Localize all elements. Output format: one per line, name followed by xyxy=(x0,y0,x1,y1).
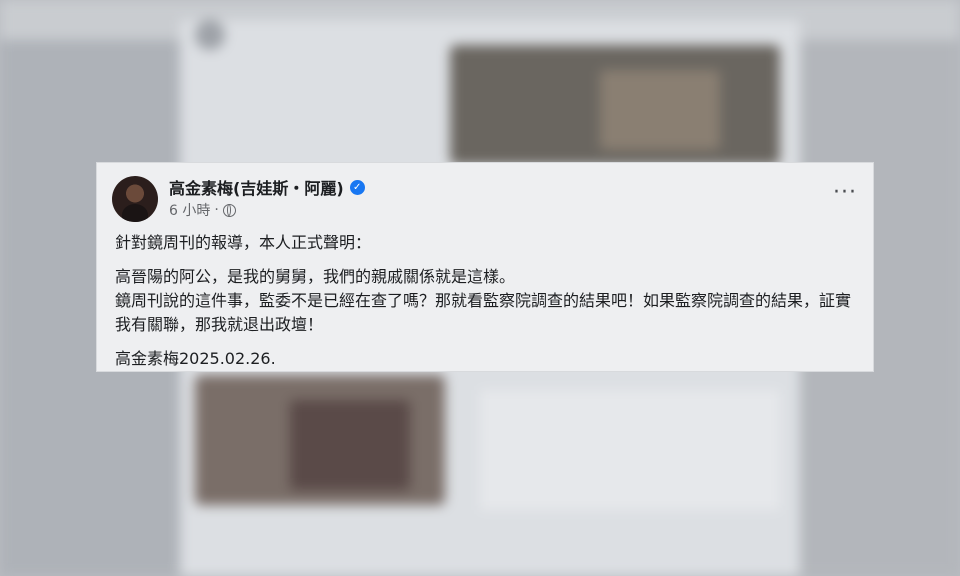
globe-icon xyxy=(222,203,236,217)
blurred-block xyxy=(480,390,780,510)
meta-separator: · xyxy=(214,202,219,218)
post-time[interactable]: 6 小時 xyxy=(169,200,210,220)
blurred-icon xyxy=(195,20,225,50)
facebook-post-card: 高金素梅(吉娃斯・阿麗) ✓ 6 小時 · ··· 針對鏡周刊的報導，本人正式聲… xyxy=(97,163,873,371)
post-meta: 6 小時 · xyxy=(169,200,236,220)
verified-check-icon: ✓ xyxy=(349,179,365,195)
post-signature: 高金素梅2025.02.26. xyxy=(115,349,276,368)
blurred-photo xyxy=(290,400,410,490)
post-text-line: 針對鏡周刊的報導，本人正式聲明： xyxy=(115,233,372,252)
post-header: 高金素梅(吉娃斯・阿麗) ✓ xyxy=(169,175,365,199)
post-body: 針對鏡周刊的報導，本人正式聲明： 高晉陽的阿公，是我的舅舅，我們的親戚關係就是這… xyxy=(115,231,855,371)
avatar[interactable] xyxy=(112,176,158,222)
post-text-line: 鏡周刊說的這件事，監委不是已經在查了嗎？那就看監察院調查的結果吧！如果監察院調查… xyxy=(115,291,852,334)
blurred-photo xyxy=(600,70,720,150)
more-options-icon[interactable]: ··· xyxy=(833,182,857,204)
author-name[interactable]: 高金素梅(吉娃斯・阿麗) xyxy=(169,175,344,199)
post-text-line: 高晉陽的阿公，是我的舅舅，我們的親戚關係就是這樣。 xyxy=(115,267,516,286)
